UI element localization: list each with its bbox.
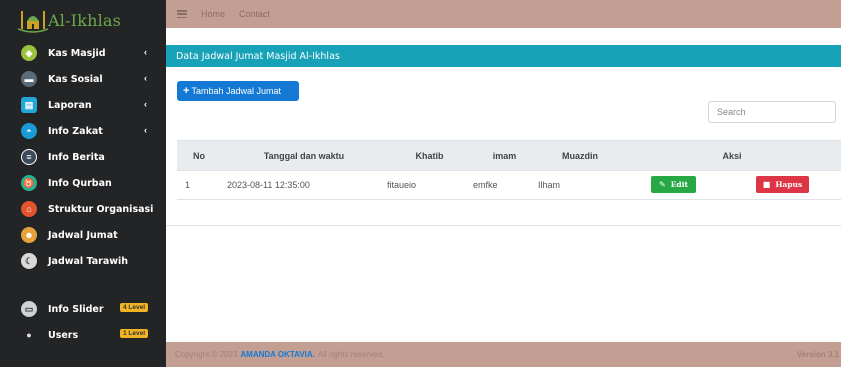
top-navbar: Home Contact — [166, 0, 841, 28]
news-icon: ≡ — [21, 149, 37, 165]
sidebar-item-jadwal-tarawih[interactable]: ☾ Jadwal Tarawih — [0, 248, 166, 274]
add-schedule-label: Tambah Jadwal Jumat — [191, 86, 281, 96]
schedule-table: No Tanggal dan waktu Khatib imam Muazdin… — [177, 140, 841, 200]
plus-icon: + — [183, 85, 190, 97]
cell-datetime: 2023-08-11 12:35:00 — [227, 180, 310, 190]
footer-rights: All rights reserved. — [317, 350, 385, 359]
cow-icon: ♉ — [21, 175, 37, 191]
chevron-left-icon: ‹ — [144, 99, 147, 109]
sidebar-item-label: Info Zakat — [48, 125, 103, 137]
sidebar: Al-Ikhlas ◈ Kas Masjid ‹ ▬ Kas Sosial ‹ … — [0, 0, 166, 367]
level-badge: 4 Level — [120, 303, 149, 312]
sidebar-item-laporan[interactable]: ▤ Laporan ‹ — [0, 92, 166, 118]
footer-version: Version 3.1 — [796, 350, 839, 359]
sidebar-item-jadwal-jumat[interactable]: ☻ Jadwal Jumat — [0, 222, 166, 248]
edit-button[interactable]: ✎ Edit — [651, 176, 696, 193]
edit-label: Edit — [670, 180, 688, 189]
level-badge: 1 Level — [120, 329, 149, 338]
footer: Copyright © 2023 AMANDA OKTAVIA. All rig… — [166, 342, 841, 367]
slider-icon: ▭ — [21, 301, 37, 317]
calendar-person-icon: ☻ — [21, 227, 37, 243]
mosque-logo-icon — [17, 7, 49, 33]
sidebar-item-label: Jadwal Jumat — [48, 229, 118, 241]
sidebar-item-label: Jadwal Tarawih — [48, 255, 129, 267]
sidebar-item-label: Users — [48, 329, 79, 341]
column-header-datetime: Tanggal dan waktu — [263, 150, 345, 161]
zakat-icon: ◓ — [21, 123, 37, 139]
card-header: Data Jadwal Jumat Masjid Al-Ikhlas — [166, 45, 841, 67]
column-header-imam: imam — [492, 150, 517, 161]
nav-link-contact[interactable]: Contact — [239, 9, 270, 19]
sidebar-menu: ◈ Kas Masjid ‹ ▬ Kas Sosial ‹ ▤ Laporan … — [0, 40, 166, 348]
column-header-muazdin: Muazdin — [562, 150, 598, 161]
sidebar-item-info-zakat[interactable]: ◓ Info Zakat ‹ — [0, 118, 166, 144]
sidebar-item-label: Info Slider — [48, 303, 104, 315]
org-icon: ⌂ — [21, 201, 37, 217]
report-icon: ▤ — [21, 97, 37, 113]
sidebar-item-kas-masjid[interactable]: ◈ Kas Masjid ‹ — [0, 40, 166, 66]
chevron-left-icon: ‹ — [144, 47, 147, 57]
sidebar-item-info-berita[interactable]: ≡ Info Berita — [0, 144, 166, 170]
edit-icon: ✎ — [659, 180, 666, 189]
delete-label: Hapus — [775, 180, 803, 189]
sidebar-item-label: Info Berita — [48, 151, 105, 163]
sidebar-item-label: Kas Masjid — [48, 47, 106, 59]
page-title: Data Jadwal Jumat Masjid Al-Ikhlas — [176, 50, 340, 62]
brand[interactable]: Al-Ikhlas — [0, 0, 166, 40]
sidebar-item-label: Info Qurban — [48, 177, 112, 189]
column-header-aksi: Aksi — [722, 150, 742, 161]
sidebar-item-info-qurban[interactable]: ♉ Info Qurban — [0, 170, 166, 196]
footer-copyright: Copyright © 2023 — [175, 350, 238, 359]
column-header-no: No — [193, 150, 205, 161]
table-row: 1 2023-08-11 12:35:00 fitaueio emfke Ilh… — [177, 170, 841, 200]
cell-actions: ✎ Edit ■ Hapus — [623, 170, 841, 200]
search-input[interactable] — [708, 101, 836, 123]
footer-author-link[interactable]: AMANDA OKTAVIA. — [240, 350, 315, 359]
column-header-khatib: Khatib — [415, 150, 444, 161]
hamburger-icon[interactable] — [177, 10, 187, 18]
cell-khatib: fitaueio — [387, 180, 417, 190]
sidebar-item-label: Kas Sosial — [48, 73, 103, 85]
chevron-left-icon: ‹ — [144, 73, 147, 83]
chevron-left-icon: ‹ — [144, 125, 147, 135]
sidebar-item-users[interactable]: ● Users 1 Level — [0, 322, 166, 348]
trash-icon: ■ — [762, 180, 771, 189]
sidebar-item-kas-sosial[interactable]: ▬ Kas Sosial ‹ — [0, 66, 166, 92]
add-schedule-button[interactable]: + Tambah Jadwal Jumat — [177, 81, 299, 101]
moon-icon: ☾ — [21, 253, 37, 269]
sidebar-item-info-slider[interactable]: ▭ Info Slider 4 Level — [0, 296, 166, 322]
content-divider — [166, 225, 841, 226]
sidebar-item-label: Laporan — [48, 99, 92, 111]
cell-imam: emfke — [473, 180, 498, 190]
sidebar-item-struktur-organisasi[interactable]: ⌂ Struktur Organisasi — [0, 196, 166, 222]
wallet-icon: ▬ — [21, 71, 37, 87]
table-header: No Tanggal dan waktu Khatib imam Muazdin… — [177, 140, 841, 170]
delete-button[interactable]: ■ Hapus — [756, 176, 809, 193]
brand-name: Al-Ikhlas — [48, 10, 122, 30]
user-icon: ● — [21, 327, 37, 343]
sidebar-item-label: Struktur Organisasi — [48, 203, 154, 215]
cell-no: 1 — [185, 180, 191, 190]
mosque-coins-icon: ◈ — [21, 45, 37, 61]
nav-link-home[interactable]: Home — [201, 9, 225, 19]
cell-muazdin: Ilham — [538, 180, 561, 190]
